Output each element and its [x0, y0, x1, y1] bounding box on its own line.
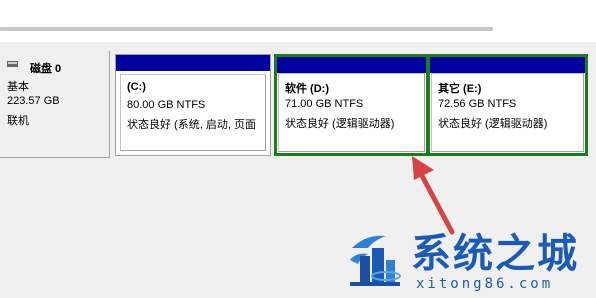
disk-icon [7, 61, 18, 67]
partition-bar [116, 55, 270, 71]
disk-size: 223.57 GB [7, 95, 60, 107]
partition-title: (C:) [127, 81, 146, 93]
partition-title: 其它 (E:) [438, 83, 482, 95]
partition-c[interactable]: (C:) 80.00 GB NTFS 状态良好 (系统, 启动, 页面 [115, 54, 271, 156]
disk-state: 联机 [7, 115, 29, 127]
partition-body: (C:) 80.00 GB NTFS 状态良好 (系统, 启动, 页面 [120, 74, 266, 151]
partition-size: 72.56 GB NTFS [438, 98, 517, 110]
disk-type: 基本 [7, 81, 29, 93]
partition-body: 软件 (D:) 71.00 GB NTFS 状态良好 (逻辑驱动器) [278, 73, 425, 152]
horizontal-scrollbar[interactable] [0, 27, 493, 31]
city-logo-icon [350, 235, 401, 286]
volume-list-area [0, 0, 596, 40]
partition-e[interactable]: 其它 (E:) 72.56 GB NTFS 状态良好 (逻辑驱动器) [429, 54, 588, 156]
watermark-title: 系统之城 [411, 231, 579, 277]
partition-status: 状态良好 (逻辑驱动器) [285, 118, 395, 130]
disk-name: 磁盘 0 [30, 63, 62, 75]
watermark-url: xitong86.com [416, 276, 554, 292]
partition-body: 其它 (E:) 72.56 GB NTFS 状态良好 (逻辑驱动器) [431, 73, 584, 152]
partition-d[interactable]: 软件 (D:) 71.00 GB NTFS 状态良好 (逻辑驱动器) [274, 54, 429, 156]
partition-status: 状态良好 (系统, 启动, 页面 [127, 119, 256, 131]
partition-size: 80.00 GB NTFS [127, 99, 206, 111]
partition-status: 状态良好 (逻辑驱动器) [438, 118, 548, 130]
partition-title: 软件 (D:) [285, 83, 329, 95]
partition-size: 71.00 GB NTFS [285, 98, 364, 110]
red-arrow-icon [412, 156, 455, 235]
partition-bar [430, 57, 585, 73]
partition-bar [277, 57, 426, 73]
